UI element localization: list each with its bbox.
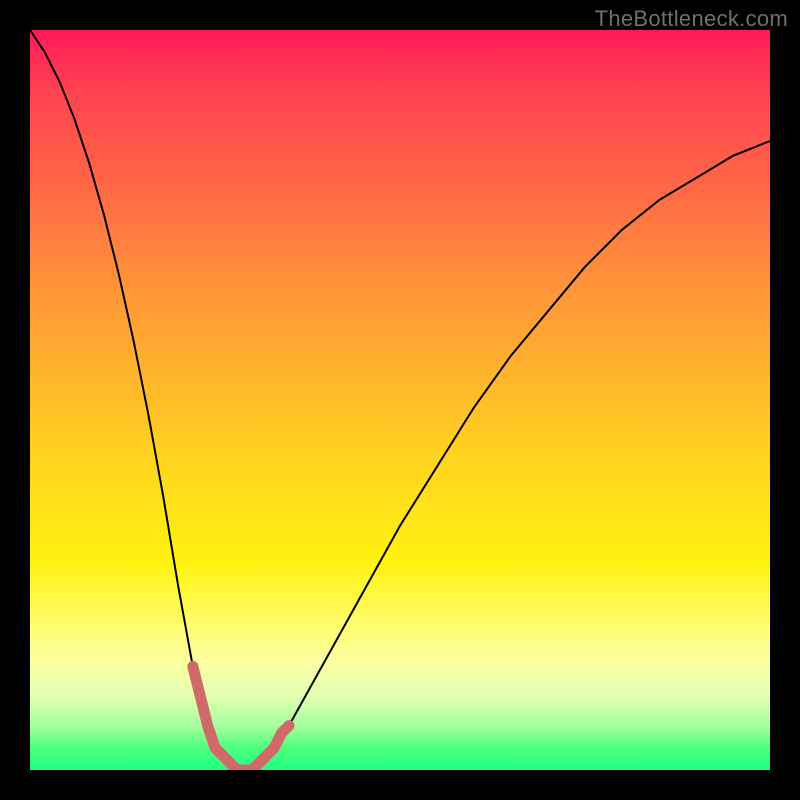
bottom-highlight [193,666,289,770]
bottleneck-curve [30,30,770,770]
chart-svg [30,30,770,770]
chart-plot-area [30,30,770,770]
watermark-text: TheBottleneck.com [595,6,788,32]
